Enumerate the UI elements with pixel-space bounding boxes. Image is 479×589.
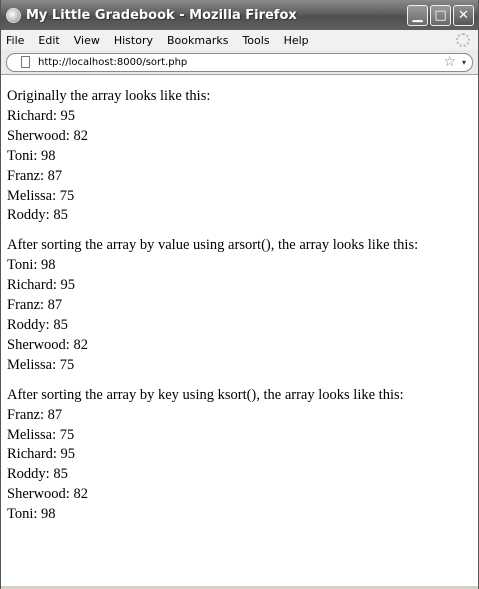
menu-bookmarks[interactable]: Bookmarks	[167, 34, 228, 47]
list-item: Sherwood: 82	[7, 127, 88, 144]
browser-window: My Little Gradebook - Mozilla Firefox ▁ …	[0, 0, 479, 589]
menu-edit[interactable]: Edit	[38, 34, 59, 47]
page-icon	[21, 56, 30, 68]
bookmark-star-icon[interactable]: ☆	[443, 54, 456, 70]
navigation-bar: http://localhost:8000/sort.php ☆ ▾	[1, 50, 478, 75]
section-heading: After sorting the array by key using kso…	[7, 386, 404, 403]
list-item: Sherwood: 82	[7, 486, 88, 503]
menu-history[interactable]: History	[114, 34, 153, 47]
list-item: Roddy: 85	[7, 316, 68, 333]
list-item: Richard: 95	[7, 277, 76, 294]
list-item: Franz: 87	[7, 297, 63, 314]
menu-bar: File Edit View History Bookmarks Tools H…	[1, 30, 478, 50]
ksort-section: After sorting the array by key using kso…	[7, 386, 478, 525]
list-item: Franz: 87	[7, 406, 63, 423]
menu-help[interactable]: Help	[284, 34, 309, 47]
menu-view[interactable]: View	[74, 34, 100, 47]
list-item: Melissa: 75	[7, 356, 75, 373]
arsort-section: After sorting the array by value using a…	[7, 236, 478, 375]
menu-file[interactable]: File	[6, 34, 24, 47]
url-text[interactable]: http://localhost:8000/sort.php	[38, 57, 443, 68]
list-item: Roddy: 85	[7, 466, 68, 483]
firefox-icon	[6, 7, 21, 23]
list-item: Toni: 98	[7, 257, 56, 274]
list-item: Franz: 87	[7, 167, 63, 184]
address-bar[interactable]: http://localhost:8000/sort.php ☆ ▾	[6, 52, 473, 72]
list-item: Toni: 98	[7, 147, 56, 164]
menu-tools[interactable]: Tools	[242, 34, 269, 47]
list-item: Richard: 95	[7, 107, 76, 124]
list-item: Melissa: 75	[7, 187, 75, 204]
title-bar: My Little Gradebook - Mozilla Firefox ▁ …	[1, 0, 478, 30]
section-heading: Originally the array looks like this:	[7, 88, 211, 104]
list-item: Melissa: 75	[7, 426, 75, 443]
section-heading: After sorting the array by value using a…	[7, 237, 419, 254]
close-button[interactable]: ✕	[453, 4, 474, 26]
original-array-section: Originally the array looks like this: Ri…	[7, 87, 478, 226]
list-item: Sherwood: 82	[7, 336, 88, 353]
list-item: Toni: 98	[7, 506, 56, 523]
minimize-button[interactable]: ▁	[407, 4, 428, 26]
url-dropdown-icon[interactable]: ▾	[462, 58, 466, 67]
window-title: My Little Gradebook - Mozilla Firefox	[26, 7, 297, 23]
throbber-icon	[456, 33, 470, 47]
list-item: Richard: 95	[7, 446, 76, 463]
page-content: Originally the array looks like this: Ri…	[1, 75, 478, 525]
maximize-button[interactable]: □	[430, 4, 451, 26]
list-item: Roddy: 85	[7, 207, 68, 224]
